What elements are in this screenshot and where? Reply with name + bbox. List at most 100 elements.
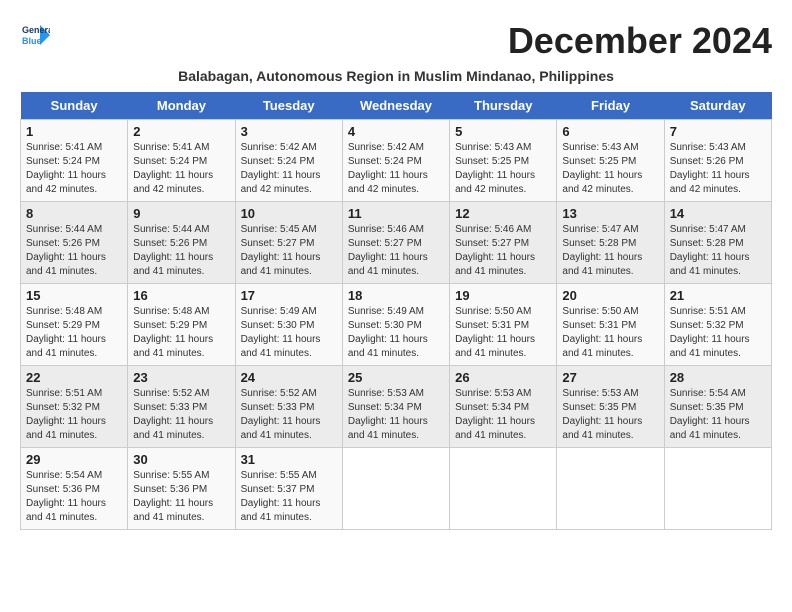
calendar-cell: 15 Sunrise: 5:48 AMSunset: 5:29 PMDayligh… (21, 284, 128, 366)
day-number: 29 (26, 452, 122, 467)
month-title-section: December 2024 (508, 20, 772, 62)
calendar-cell: 20Sunrise: 5:50 AMSunset: 5:31 PMDayligh… (557, 284, 664, 366)
day-number: 24 (241, 370, 337, 385)
day-number: 26 (455, 370, 551, 385)
day-info: Sunrise: 5:47 AMSunset: 5:28 PMDaylight:… (670, 223, 766, 279)
day-number: 20 (562, 288, 658, 303)
day-number: 30 (133, 452, 229, 467)
calendar-cell: 31Sunrise: 5:55 AMSunset: 5:37 PMDayligh… (235, 448, 342, 530)
day-number: 15 (26, 288, 122, 303)
header-tuesday: Tuesday (235, 92, 342, 120)
day-info: Sunrise: 5:41 AMSunset: 5:24 PMDaylight:… (133, 141, 229, 197)
day-info: Sunrise: 5:52 AMSunset: 5:33 PMDaylight:… (133, 387, 229, 443)
day-info: Sunrise: 5:54 AMSunset: 5:35 PMDaylight:… (670, 387, 766, 443)
day-number: 3 (241, 124, 337, 139)
calendar-cell: 23 Sunrise: 5:52 AMSunset: 5:33 PMDayligh… (128, 366, 235, 448)
calendar-cell: 16 Sunrise: 5:48 AMSunset: 5:29 PMDayligh… (128, 284, 235, 366)
calendar-table: SundayMondayTuesdayWednesdayThursdayFrid… (20, 92, 772, 530)
calendar-cell: 1 Sunrise: 5:41 AMSunset: 5:24 PMDaylight… (21, 120, 128, 202)
month-title: December 2024 (508, 20, 772, 62)
week-row-3: 15 Sunrise: 5:48 AMSunset: 5:29 PMDayligh… (21, 284, 772, 366)
calendar-cell: 7 Sunrise: 5:43 AMSunset: 5:26 PMDaylight… (664, 120, 771, 202)
day-info: Sunrise: 5:46 AMSunset: 5:27 PMDaylight:… (455, 223, 551, 279)
day-number: 1 (26, 124, 122, 139)
calendar-cell (450, 448, 557, 530)
header-sunday: Sunday (21, 92, 128, 120)
day-info: Sunrise: 5:42 AMSunset: 5:24 PMDaylight:… (348, 141, 444, 197)
day-number: 7 (670, 124, 766, 139)
calendar-cell: 9Sunrise: 5:44 AMSunset: 5:26 PMDaylight… (128, 202, 235, 284)
calendar-cell: 4 Sunrise: 5:42 AMSunset: 5:24 PMDaylight… (342, 120, 449, 202)
week-row-4: 22Sunrise: 5:51 AMSunset: 5:32 PMDayligh… (21, 366, 772, 448)
day-number: 16 (133, 288, 229, 303)
day-number: 17 (241, 288, 337, 303)
calendar-cell: 8Sunrise: 5:44 AMSunset: 5:26 PMDaylight… (21, 202, 128, 284)
day-info: Sunrise: 5:45 AMSunset: 5:27 PMDaylight:… (241, 223, 337, 279)
day-info: Sunrise: 5:54 AMSunset: 5:36 PMDaylight:… (26, 469, 122, 525)
day-info: Sunrise: 5:53 AMSunset: 5:35 PMDaylight:… (562, 387, 658, 443)
day-number: 27 (562, 370, 658, 385)
day-info: Sunrise: 5:46 AMSunset: 5:27 PMDaylight:… (348, 223, 444, 279)
logo-icon: General Blue (20, 20, 50, 50)
day-info: Sunrise: 5:48 AMSunset: 5:29 PMDaylight:… (133, 305, 229, 361)
calendar-cell (664, 448, 771, 530)
day-number: 2 (133, 124, 229, 139)
svg-text:General: General (22, 25, 50, 35)
calendar-cell: 18Sunrise: 5:49 AMSunset: 5:30 PMDayligh… (342, 284, 449, 366)
day-number: 4 (348, 124, 444, 139)
header-saturday: Saturday (664, 92, 771, 120)
day-info: Sunrise: 5:41 AMSunset: 5:24 PMDaylight:… (26, 141, 122, 197)
location-subtitle: Balabagan, Autonomous Region in Muslim M… (20, 68, 772, 84)
day-number: 18 (348, 288, 444, 303)
calendar-header: SundayMondayTuesdayWednesdayThursdayFrid… (21, 92, 772, 120)
calendar-cell: 5Sunrise: 5:43 AMSunset: 5:25 PMDaylight… (450, 120, 557, 202)
day-number: 6 (562, 124, 658, 139)
calendar-cell: 25Sunrise: 5:53 AMSunset: 5:34 PMDayligh… (342, 366, 449, 448)
day-info: Sunrise: 5:42 AMSunset: 5:24 PMDaylight:… (241, 141, 337, 197)
day-info: Sunrise: 5:49 AMSunset: 5:30 PMDaylight:… (241, 305, 337, 361)
week-row-5: 29 Sunrise: 5:54 AMSunset: 5:36 PMDayligh… (21, 448, 772, 530)
calendar-cell: 11 Sunrise: 5:46 AMSunset: 5:27 PMDayligh… (342, 202, 449, 284)
day-info: Sunrise: 5:48 AMSunset: 5:29 PMDaylight:… (26, 305, 122, 361)
calendar-cell: 28 Sunrise: 5:54 AMSunset: 5:35 PMDayligh… (664, 366, 771, 448)
calendar-cell: 14Sunrise: 5:47 AMSunset: 5:28 PMDayligh… (664, 202, 771, 284)
calendar-cell: 21 Sunrise: 5:51 AMSunset: 5:32 PMDayligh… (664, 284, 771, 366)
week-row-2: 8Sunrise: 5:44 AMSunset: 5:26 PMDaylight… (21, 202, 772, 284)
header-wednesday: Wednesday (342, 92, 449, 120)
day-number: 31 (241, 452, 337, 467)
day-info: Sunrise: 5:43 AMSunset: 5:25 PMDaylight:… (562, 141, 658, 197)
day-info: Sunrise: 5:43 AMSunset: 5:25 PMDaylight:… (455, 141, 551, 197)
day-number: 21 (670, 288, 766, 303)
day-number: 23 (133, 370, 229, 385)
day-info: Sunrise: 5:52 AMSunset: 5:33 PMDaylight:… (241, 387, 337, 443)
calendar-cell: 13 Sunrise: 5:47 AMSunset: 5:28 PMDayligh… (557, 202, 664, 284)
calendar-body: 1 Sunrise: 5:41 AMSunset: 5:24 PMDaylight… (21, 120, 772, 530)
day-info: Sunrise: 5:44 AMSunset: 5:26 PMDaylight:… (133, 223, 229, 279)
day-number: 11 (348, 206, 444, 221)
week-row-1: 1 Sunrise: 5:41 AMSunset: 5:24 PMDaylight… (21, 120, 772, 202)
svg-text:Blue: Blue (22, 36, 42, 46)
calendar-cell: 27 Sunrise: 5:53 AMSunset: 5:35 PMDayligh… (557, 366, 664, 448)
calendar-cell: 22Sunrise: 5:51 AMSunset: 5:32 PMDayligh… (21, 366, 128, 448)
day-info: Sunrise: 5:43 AMSunset: 5:26 PMDaylight:… (670, 141, 766, 197)
header-monday: Monday (128, 92, 235, 120)
day-info: Sunrise: 5:47 AMSunset: 5:28 PMDaylight:… (562, 223, 658, 279)
day-number: 13 (562, 206, 658, 221)
day-number: 28 (670, 370, 766, 385)
calendar-cell: 12 Sunrise: 5:46 AMSunset: 5:27 PMDayligh… (450, 202, 557, 284)
calendar-cell: 3 Sunrise: 5:42 AMSunset: 5:24 PMDaylight… (235, 120, 342, 202)
calendar-cell (342, 448, 449, 530)
calendar-cell: 29 Sunrise: 5:54 AMSunset: 5:36 PMDayligh… (21, 448, 128, 530)
day-info: Sunrise: 5:51 AMSunset: 5:32 PMDaylight:… (26, 387, 122, 443)
day-number: 12 (455, 206, 551, 221)
calendar-cell: 30 Sunrise: 5:55 AMSunset: 5:36 PMDayligh… (128, 448, 235, 530)
day-number: 10 (241, 206, 337, 221)
day-info: Sunrise: 5:55 AMSunset: 5:36 PMDaylight:… (133, 469, 229, 525)
day-info: Sunrise: 5:44 AMSunset: 5:26 PMDaylight:… (26, 223, 122, 279)
calendar-cell: 26 Sunrise: 5:53 AMSunset: 5:34 PMDayligh… (450, 366, 557, 448)
day-info: Sunrise: 5:53 AMSunset: 5:34 PMDaylight:… (455, 387, 551, 443)
calendar-cell: 19Sunrise: 5:50 AMSunset: 5:31 PMDayligh… (450, 284, 557, 366)
day-info: Sunrise: 5:51 AMSunset: 5:32 PMDaylight:… (670, 305, 766, 361)
header-thursday: Thursday (450, 92, 557, 120)
calendar-cell: 2 Sunrise: 5:41 AMSunset: 5:24 PMDaylight… (128, 120, 235, 202)
